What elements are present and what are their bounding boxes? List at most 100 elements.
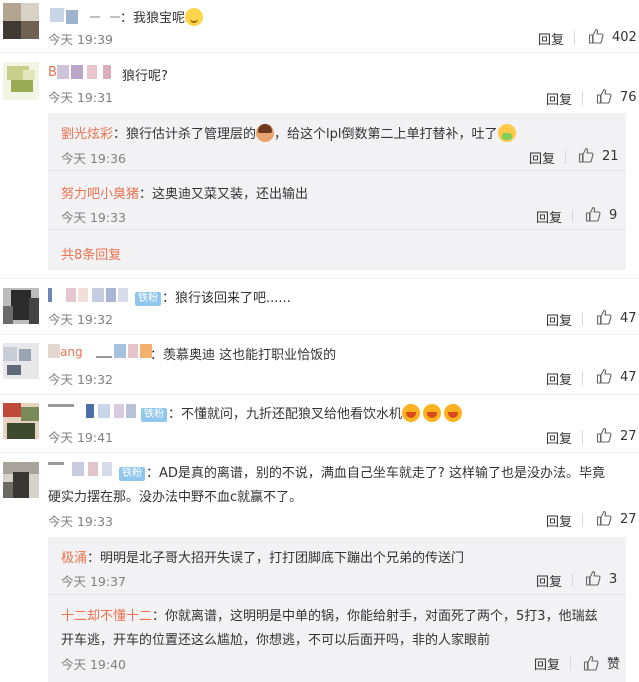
like-count: 402 xyxy=(612,30,637,45)
reply-username[interactable]: 极涌 xyxy=(61,551,87,566)
action-divider xyxy=(565,150,566,164)
action-divider xyxy=(572,573,573,587)
comment-time: 今天 19:32 xyxy=(48,312,113,327)
comment-text: 铁粉 ：不懂就问，九折还配狼叉给他看饮水机 xyxy=(140,403,463,422)
comment-text: ：我狼宝呢 xyxy=(120,7,204,26)
like-button[interactable]: 3 xyxy=(585,570,617,587)
avatar[interactable] xyxy=(3,343,39,379)
reply-text: 努力吧小臭猪：这奥迪又菜又装，还出输出 xyxy=(61,187,309,202)
divider xyxy=(0,452,639,453)
reply-thread: 极涌：明明是北子哥大招开失误了，打打团脚底下蹦出个兄弟的传送门 今天 19:37… xyxy=(48,537,626,682)
like-button[interactable]: 27 xyxy=(596,510,637,527)
comment-text: 狼行呢? xyxy=(122,69,168,84)
reply-button[interactable]: 回复 xyxy=(538,29,564,48)
comment-text-line-2: 硬实力摆在那。没办法中野不血c就赢不了。 xyxy=(48,490,303,505)
like-button[interactable]: 27 xyxy=(596,427,637,444)
divider xyxy=(0,52,639,53)
divider xyxy=(0,278,639,279)
action-divider xyxy=(582,91,583,105)
reply-time: 今天 19:40 xyxy=(61,657,126,672)
avatar[interactable] xyxy=(3,403,39,439)
like-count: 47 xyxy=(620,311,637,326)
like-count: 21 xyxy=(602,149,619,164)
thumbs-up-icon xyxy=(585,206,601,222)
comment-text-line-1: 铁粉 ：AD是真的离谱，别的不说，满血自己坐车就走了? 这样输了也是没办法。毕竟 xyxy=(118,462,605,481)
like-count: 9 xyxy=(609,208,618,223)
comment-time: 今天 19:31 xyxy=(48,90,113,105)
like-button[interactable]: 赞 xyxy=(583,653,620,672)
blurred-username[interactable] xyxy=(48,462,118,476)
reply-button[interactable]: 回复 xyxy=(546,511,572,530)
smile-emoji-icon xyxy=(185,8,204,26)
comment-username[interactable]: B xyxy=(48,65,57,80)
avatar[interactable] xyxy=(3,288,39,324)
thumbs-up-icon xyxy=(596,88,612,104)
reply-username[interactable]: 劉光炫彩 xyxy=(61,127,113,142)
thumbs-up-icon xyxy=(596,368,612,384)
reply-button[interactable]: 回复 xyxy=(546,428,572,447)
action-divider xyxy=(582,312,583,326)
avatar[interactable] xyxy=(3,3,39,39)
action-divider xyxy=(570,656,571,670)
avatar[interactable] xyxy=(3,62,39,100)
like-count: 76 xyxy=(620,90,637,105)
laugh-emoji-icon xyxy=(444,404,463,422)
reply-text: 极涌：明明是北子哥大招开失误了，打打团脚底下蹦出个兄弟的传送门 xyxy=(61,551,465,566)
action-divider xyxy=(582,430,583,444)
reply-button[interactable]: 回复 xyxy=(534,654,560,673)
action-divider xyxy=(582,513,583,527)
blurred-username[interactable] xyxy=(57,65,117,79)
reply-button[interactable]: 回复 xyxy=(546,369,572,388)
blurred-username[interactable] xyxy=(48,288,134,302)
like-count: 3 xyxy=(609,572,618,587)
reply-text-line-2: 开车逃，开车的位置还这么尴尬，你想逃，不可以后面开吗，非的人家眼前 xyxy=(61,633,491,648)
avatar[interactable] xyxy=(3,462,39,498)
reply-time: 今天 19:36 xyxy=(61,151,126,166)
like-button[interactable]: 47 xyxy=(596,368,637,385)
like-count: 赞 xyxy=(607,657,621,672)
thumbs-up-icon xyxy=(596,309,612,325)
like-count: 27 xyxy=(620,429,637,444)
reply-time: 今天 19:37 xyxy=(61,574,126,589)
reply-button[interactable]: 回复 xyxy=(546,89,572,108)
comment-time: 今天 19:39 xyxy=(48,32,113,47)
action-divider xyxy=(582,371,583,385)
reply-text-line-1: 十二却不懂十二：你就离谱，这明明是中单的锅，你能给射手，对面死了两个，5打3，他… xyxy=(61,609,598,624)
like-button[interactable]: 47 xyxy=(596,309,637,326)
reply-text: 劉光炫彩：狼行估计杀了管理层的 ，给这个lpl倒数第二上单打替补，吐了 xyxy=(61,123,516,142)
thumbs-up-icon xyxy=(585,570,601,586)
like-button[interactable]: 402 xyxy=(588,28,637,45)
like-count: 27 xyxy=(620,512,637,527)
reply-button[interactable]: 回复 xyxy=(546,310,572,329)
comment-text: 铁粉 ：狼行该回来了吧...... xyxy=(134,287,291,306)
blurred-username[interactable] xyxy=(50,8,120,24)
puke-emoji-icon xyxy=(497,124,516,142)
like-button[interactable]: 21 xyxy=(578,147,619,164)
reply-username[interactable]: 努力吧小臭猪 xyxy=(61,187,139,202)
like-count: 47 xyxy=(620,370,637,385)
reply-button[interactable]: 回复 xyxy=(536,207,562,226)
blurred-username[interactable] xyxy=(48,344,158,358)
reply-time: 今天 19:33 xyxy=(61,210,126,225)
thumbs-up-icon xyxy=(596,510,612,526)
reply-username[interactable]: 十二却不懂十二 xyxy=(61,609,152,624)
divider xyxy=(0,334,639,335)
comment-time: 今天 19:32 xyxy=(48,372,113,387)
reply-button[interactable]: 回复 xyxy=(536,571,562,590)
comment-text: ：羡慕奥迪 这也能打职业恰饭的 xyxy=(150,348,337,363)
like-button[interactable]: 9 xyxy=(585,206,617,223)
thumbs-up-icon xyxy=(578,147,594,163)
action-divider xyxy=(574,31,575,45)
laugh-emoji-icon xyxy=(402,404,421,422)
divider xyxy=(0,394,639,395)
girl-emoji-icon xyxy=(256,124,275,142)
more-replies-link[interactable]: 共8条回复 xyxy=(61,244,121,263)
fan-badge: 铁粉 xyxy=(119,467,145,481)
reply-button[interactable]: 回复 xyxy=(529,148,555,167)
fan-badge: 铁粉 xyxy=(141,408,167,422)
thumbs-up-icon xyxy=(596,427,612,443)
like-button[interactable]: 76 xyxy=(596,88,637,105)
blurred-username[interactable] xyxy=(48,404,138,418)
action-divider xyxy=(572,209,573,223)
reply-thread: 劉光炫彩：狼行估计杀了管理层的 ，给这个lpl倒数第二上单打替补，吐了 今天 19… xyxy=(48,113,626,270)
